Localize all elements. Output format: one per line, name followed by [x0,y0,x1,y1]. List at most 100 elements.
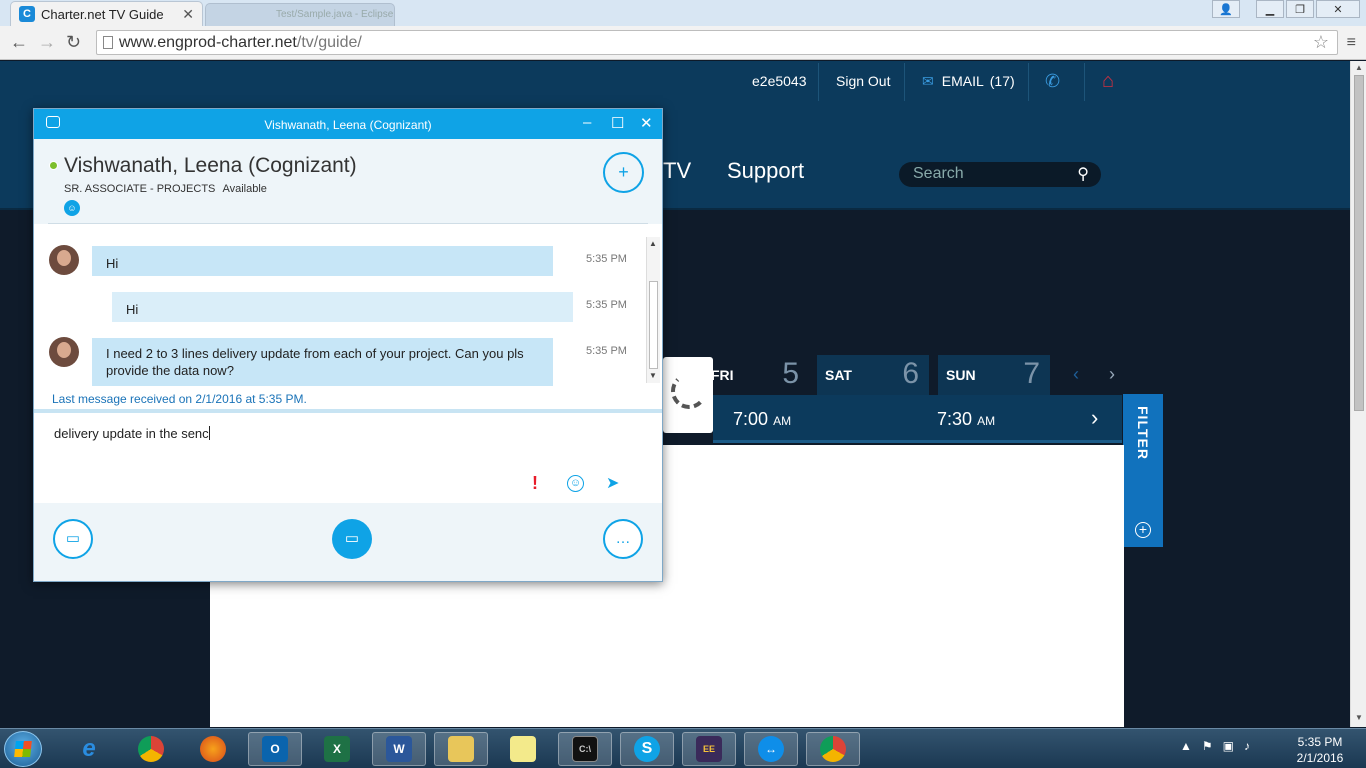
back-arrow-icon[interactable]: ← [10,32,28,53]
emoticon-icon[interactable]: ☺ [567,475,584,492]
phone-icon[interactable]: ✆ [1045,61,1060,101]
taskbar-file-explorer[interactable] [434,732,488,766]
eclipse-icon: EE [696,736,722,762]
filter-panel-tab[interactable]: FILTER + [1123,394,1163,547]
url-input[interactable]: www.engprod-charter.net/tv/guide/ ☆ [96,30,1338,55]
taskbar-skype[interactable]: S [620,732,674,766]
high-importance-icon[interactable]: ! [532,473,538,494]
day-name: FRI [711,367,734,383]
taskbar-outlook[interactable]: O [248,732,302,766]
conversation-scrollbar[interactable]: ▲ ▼ [646,237,660,383]
skype-title-bar: Vishwanath, Leena (Cognizant) – ☐ ✕ [34,109,662,139]
minimize-icon[interactable]: ▁ [1256,0,1284,18]
reload-icon[interactable]: ↻ [66,32,81,53]
scroll-down-icon[interactable]: ▼ [1355,713,1363,722]
browser-tab-active[interactable]: C Charter.net TV Guide ✕ [10,1,203,26]
email-link[interactable]: ✉ EMAIL (17) [922,61,1015,101]
day-name: SAT [825,367,852,383]
word-icon: W [386,736,412,762]
contact-role: SR. ASSOCIATE - PROJECTS [64,183,216,195]
contact-name[interactable]: Vishwanath, Leena (Cognizant) [64,154,357,178]
taskbar-excel[interactable]: X [310,732,364,766]
page-scrollbar[interactable]: ▲ ▼ [1350,61,1366,727]
taskbar-chrome[interactable] [124,732,178,766]
email-count: (17) [989,73,1015,89]
day-sun[interactable]: SUN 7 [938,355,1050,395]
day-date: 6 [902,357,919,390]
taskbar-word[interactable]: W [372,732,426,766]
divider [904,63,905,101]
home-icon[interactable]: ⌂ [1102,61,1114,101]
address-bar: ← → ↻ www.engprod-charter.net/tv/guide/ … [0,26,1366,60]
email-label: EMAIL [941,73,984,89]
taskbar-command-prompt[interactable]: C:\ [558,732,612,766]
windows-taskbar: e O X W C:\ S EE ↔ ▲ ⚑ ▣ ♪ 5:35 PM 2/1/2… [0,728,1366,768]
search-input[interactable]: Search ⚲ [899,162,1101,187]
day-fri[interactable]: FRI 5 [697,355,809,395]
bookmark-star-icon[interactable]: ☆ [1313,32,1329,53]
scroll-up-icon[interactable]: ▲ [1355,63,1363,72]
scroll-thumb[interactable] [649,281,658,369]
minimize-icon[interactable]: – [583,114,591,131]
day-date: 5 [782,357,799,390]
plus-circle-icon[interactable]: + [1135,522,1151,538]
nav-support[interactable]: Support [727,158,804,184]
compose-input[interactable]: delivery update in the senc [54,426,210,441]
send-icon[interactable]: ➤ [606,473,619,493]
taskbar-sticky-notes[interactable] [496,732,550,766]
taskbar-firefox[interactable] [186,732,240,766]
prev-days-icon[interactable]: ‹ [1073,364,1079,385]
nav-tv[interactable]: TV [663,158,691,184]
message-bubble: Hi [92,246,553,276]
taskbar-java-ee-ide[interactable]: EE [682,732,736,766]
mood-icon[interactable]: ☺ [64,200,80,216]
start-button[interactable] [4,731,42,767]
divider [818,63,819,101]
day-name: SUN [946,367,976,383]
system-clock[interactable]: 5:35 PM 2/1/2016 [1285,734,1355,766]
day-sat[interactable]: SAT 6 [817,355,929,395]
skype-icon: S [634,736,660,762]
taskbar-internet-explorer[interactable]: e [62,732,116,766]
search-icon[interactable]: ⚲ [1077,164,1089,184]
scroll-thumb[interactable] [1354,75,1364,411]
tab-close-icon[interactable]: ✕ [182,6,194,23]
loading-spinner [663,357,713,433]
action-center-flag-icon[interactable]: ⚑ [1202,739,1213,753]
close-icon[interactable]: ✕ [640,114,653,132]
clock-time: 5:35 PM [1297,735,1343,749]
im-icon[interactable]: ▭ [53,519,93,559]
message-compose-area[interactable]: delivery update in the senc ! ☺ ➤ [34,413,662,503]
day-date: 7 [1023,357,1040,390]
divider [48,223,648,224]
browser-tab-background[interactable]: Test/Sample.java - Eclipse [205,3,395,26]
close-window-icon[interactable]: ✕ [1316,0,1360,18]
taskbar-chrome-2[interactable] [806,732,860,766]
avatar [49,337,79,367]
ie-icon: e [82,735,96,762]
last-message-notice: Last message received on 2/1/2016 at 5:3… [52,392,307,406]
maximize-icon[interactable]: ☐ [611,114,624,132]
envelope-icon: ✉ [922,72,934,89]
network-icon[interactable]: ▣ [1223,739,1234,753]
scroll-down-icon[interactable]: ▼ [649,371,657,380]
chrome-menu-icon[interactable]: ≡ [1347,34,1356,52]
next-time-icon[interactable]: › [1091,405,1098,431]
more-options-icon[interactable]: … [603,519,643,559]
show-hidden-icons-icon[interactable]: ▲ [1180,739,1192,753]
window-controls: 👤 ▁ ❐ ✕ [1212,0,1360,18]
url-path: /tv/guide/ [296,34,362,51]
restore-icon[interactable]: ❐ [1286,0,1314,18]
time-slot-730: 7:30 AM [937,409,996,429]
scroll-up-icon[interactable]: ▲ [649,239,657,248]
next-days-icon[interactable]: › [1109,364,1115,385]
user-icon[interactable]: 👤 [1212,0,1240,18]
add-people-icon[interactable]: + [603,152,644,193]
sign-out-link[interactable]: Sign Out [836,61,890,101]
clock-date: 2/1/2016 [1296,751,1344,765]
present-screen-icon[interactable]: ▭ [332,519,372,559]
forward-arrow-icon[interactable]: → [38,32,56,53]
taskbar-teamviewer[interactable]: ↔ [744,732,798,766]
teamviewer-icon: ↔ [758,736,784,762]
volume-icon[interactable]: ♪ [1244,739,1250,753]
